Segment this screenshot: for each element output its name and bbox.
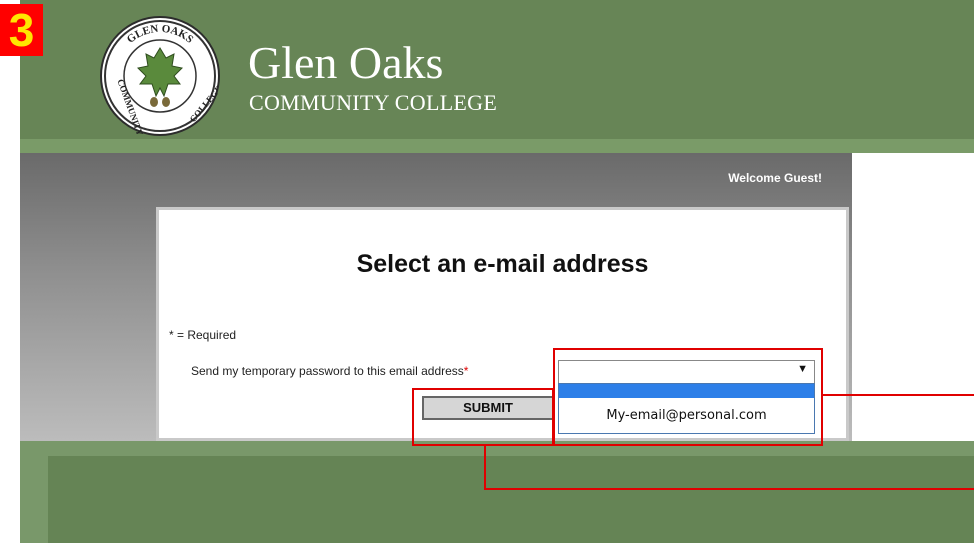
annotation-box-select — [553, 348, 823, 446]
annotation-line — [484, 446, 486, 490]
email-field-label-text: Send my temporary password to this email… — [191, 364, 464, 378]
page: 3 GLEN OAKS COMMUNITY COLLEGE Glen Oaks … — [0, 0, 974, 543]
college-seal-logo: GLEN OAKS COMMUNITY COLLEGE — [100, 16, 220, 136]
page-title: Select an e-mail address — [356, 250, 649, 278]
welcome-text: Welcome Guest! — [728, 171, 822, 185]
annotation-line — [484, 488, 974, 490]
brand-subtitle: COMMUNITY COLLEGE — [249, 90, 498, 115]
footer-panel — [48, 456, 974, 543]
annotation-line — [823, 394, 974, 396]
email-field-label: Send my temporary password to this email… — [191, 364, 468, 378]
required-star: * — [463, 364, 469, 378]
brand-name: Glen Oaks — [248, 37, 444, 88]
annotation-box-submit — [412, 388, 554, 446]
step-number-badge: 3 — [0, 4, 43, 56]
required-note: * = Required — [169, 328, 237, 342]
header-divider — [20, 139, 974, 153]
